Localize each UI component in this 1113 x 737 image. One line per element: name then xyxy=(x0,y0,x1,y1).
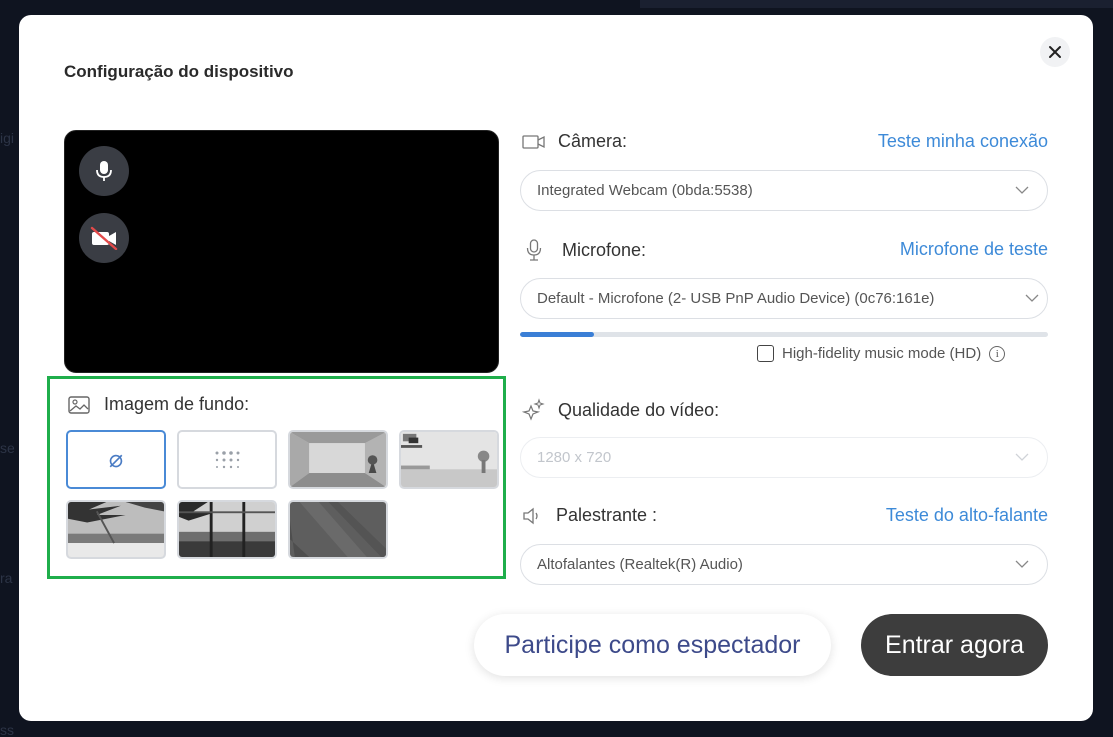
background-image-panel: Imagem de fundo: ⌀ xyxy=(47,376,506,579)
dialog-title: Configuração do dispositivo xyxy=(64,62,294,81)
camera-off-icon xyxy=(90,226,118,250)
empty-room-image xyxy=(290,432,386,487)
device-settings-dialog: Configuração do dispositivo Imagem de fu… xyxy=(19,15,1093,721)
test-connection-link[interactable]: Teste minha conexão xyxy=(878,131,1048,152)
video-preview xyxy=(64,130,499,373)
chevron-down-icon xyxy=(1015,453,1029,461)
sparkle-icon xyxy=(522,398,545,421)
microphone-select[interactable]: Default - Microfone (2- USB PnP Audio De… xyxy=(520,278,1048,319)
image-icon xyxy=(68,395,90,414)
camera-label: Câmera: xyxy=(558,131,628,151)
chevron-down-icon xyxy=(1015,560,1029,568)
chevron-down-icon xyxy=(1015,186,1029,194)
test-microphone-link[interactable]: Microfone de teste xyxy=(900,239,1048,260)
background-text: igi xyxy=(0,130,15,146)
microphone-label-row: Microfone: xyxy=(526,239,646,261)
microphone-level-fill xyxy=(520,332,594,337)
camera-select-value: Integrated Webcam (0bda:5538) xyxy=(537,182,753,199)
microphone-icon xyxy=(526,239,542,261)
background-option-empty-room[interactable] xyxy=(288,430,388,489)
microphone-label: Microfone: xyxy=(562,239,647,260)
preview-camera-button[interactable] xyxy=(79,213,129,263)
microphone-icon xyxy=(96,161,112,181)
background-option-office[interactable] xyxy=(399,430,499,489)
camera-icon xyxy=(522,134,545,149)
speaker-icon xyxy=(523,507,538,524)
video-quality-label: Qualidade do vídeo: xyxy=(558,399,720,420)
background-text: se xyxy=(0,440,15,456)
speaker-label-row: Palestrante : xyxy=(522,505,657,526)
background-image-header: Imagem de fundo: xyxy=(68,394,249,415)
chevron-down-icon xyxy=(1025,294,1039,302)
camera-label-row: Câmera: xyxy=(522,131,627,152)
background-option-none[interactable]: ⌀ xyxy=(66,430,166,489)
test-speaker-link[interactable]: Teste do alto-falante xyxy=(886,505,1048,526)
background-topbar xyxy=(640,0,1113,8)
info-icon[interactable]: i xyxy=(989,345,1006,362)
microphone-level-meter xyxy=(520,332,1048,337)
close-icon xyxy=(1049,46,1061,58)
hd-mode-label: High-fidelity music mode (HD) xyxy=(782,345,982,362)
background-option-beach-palm[interactable] xyxy=(66,500,166,559)
close-button[interactable] xyxy=(1040,37,1070,67)
hd-mode-checkbox[interactable] xyxy=(757,345,774,362)
dark-diagonal-image xyxy=(290,502,386,557)
beach-window-image xyxy=(179,502,275,557)
speaker-label: Palestrante : xyxy=(556,505,658,525)
video-quality-label-row: Qualidade do vídeo: xyxy=(522,398,719,422)
hd-mode-row: High-fidelity music mode (HD) i xyxy=(757,345,1006,362)
video-quality-value: 1280 x 720 xyxy=(537,449,612,466)
background-option-blur[interactable] xyxy=(177,430,277,489)
speaker-select-value: Altofalantes (Realtek(R) Audio) xyxy=(537,556,743,573)
background-option-beach-window[interactable] xyxy=(177,500,277,559)
join-as-spectator-button[interactable]: Participe como espectador xyxy=(474,614,831,676)
background-text: ra xyxy=(0,570,13,586)
speaker-select[interactable]: Altofalantes (Realtek(R) Audio) xyxy=(520,544,1048,585)
camera-select[interactable]: Integrated Webcam (0bda:5538) xyxy=(520,170,1048,211)
none-icon: ⌀ xyxy=(108,446,124,473)
background-option-dark-diagonal[interactable] xyxy=(288,500,388,559)
microphone-select-value: Default - Microfone (2- USB PnP Audio De… xyxy=(537,290,935,307)
office-image xyxy=(401,432,497,487)
background-text: ss xyxy=(0,722,14,737)
blur-dots-icon xyxy=(215,450,240,468)
background-image-label: Imagem de fundo: xyxy=(104,394,250,414)
preview-mic-button[interactable] xyxy=(79,146,129,196)
video-quality-select[interactable]: 1280 x 720 xyxy=(520,437,1048,478)
join-now-button[interactable]: Entrar agora xyxy=(861,614,1048,676)
beach-palm-image xyxy=(68,502,164,557)
